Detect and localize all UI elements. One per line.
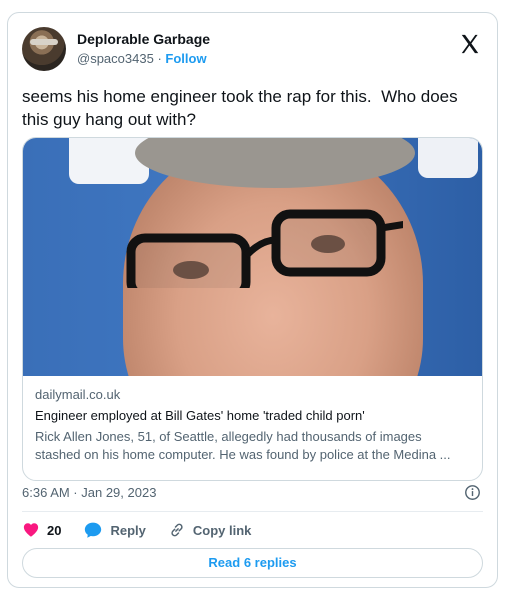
tweet-text: seems his home engineer took the rap for… (22, 87, 463, 129)
divider (22, 511, 483, 512)
follow-link[interactable]: Follow (165, 51, 206, 66)
avatar[interactable] (22, 27, 66, 71)
reply-label: Reply (110, 522, 146, 538)
info-icon[interactable] (464, 484, 481, 501)
x-logo-icon[interactable] (459, 33, 481, 55)
author-block: Deplorable Garbage @spaco3435 · Follow (77, 30, 210, 68)
heart-icon (23, 523, 39, 537)
link-description: Rick Allen Jones, 51, of Seattle, allege… (35, 429, 451, 462)
author-handle[interactable]: @spaco3435 (77, 51, 154, 66)
embedded-tweet-card: Deplorable Garbage @spaco3435 · Follow s… (7, 12, 498, 588)
separator-dot: · (157, 51, 162, 66)
author-handle-line: @spaco3435 · Follow (77, 50, 210, 68)
timestamp-row: 6:36 AM · Jan 29, 2023 (22, 483, 483, 503)
read-replies-button[interactable]: Read 6 replies (22, 548, 483, 578)
link-domain: dailymail.co.uk (35, 387, 121, 402)
action-bar: 20 Reply Copy link (22, 518, 273, 542)
like-button[interactable]: 20 (22, 521, 61, 539)
tweet-header: Deplorable Garbage @spaco3435 · Follow (22, 27, 483, 73)
link-preview-card[interactable]: dailymail.co.uk Engineer employed at Bil… (22, 137, 483, 481)
copy-link-button[interactable]: Copy link (168, 521, 252, 539)
reply-button[interactable]: Reply (83, 521, 146, 539)
link-title[interactable]: Engineer employed at Bill Gates' home 't… (35, 407, 470, 425)
speech-bubble-icon (85, 522, 102, 538)
copy-link-label: Copy link (192, 522, 252, 538)
link-preview-image[interactable] (23, 138, 482, 376)
link-icon (171, 523, 183, 537)
tweet-timestamp[interactable]: 6:36 AM · Jan 29, 2023 (22, 485, 156, 500)
link-preview-meta: dailymail.co.uk Engineer employed at Bil… (23, 376, 482, 474)
like-count: 20 (47, 522, 62, 538)
author-display-name[interactable]: Deplorable Garbage (77, 30, 210, 48)
